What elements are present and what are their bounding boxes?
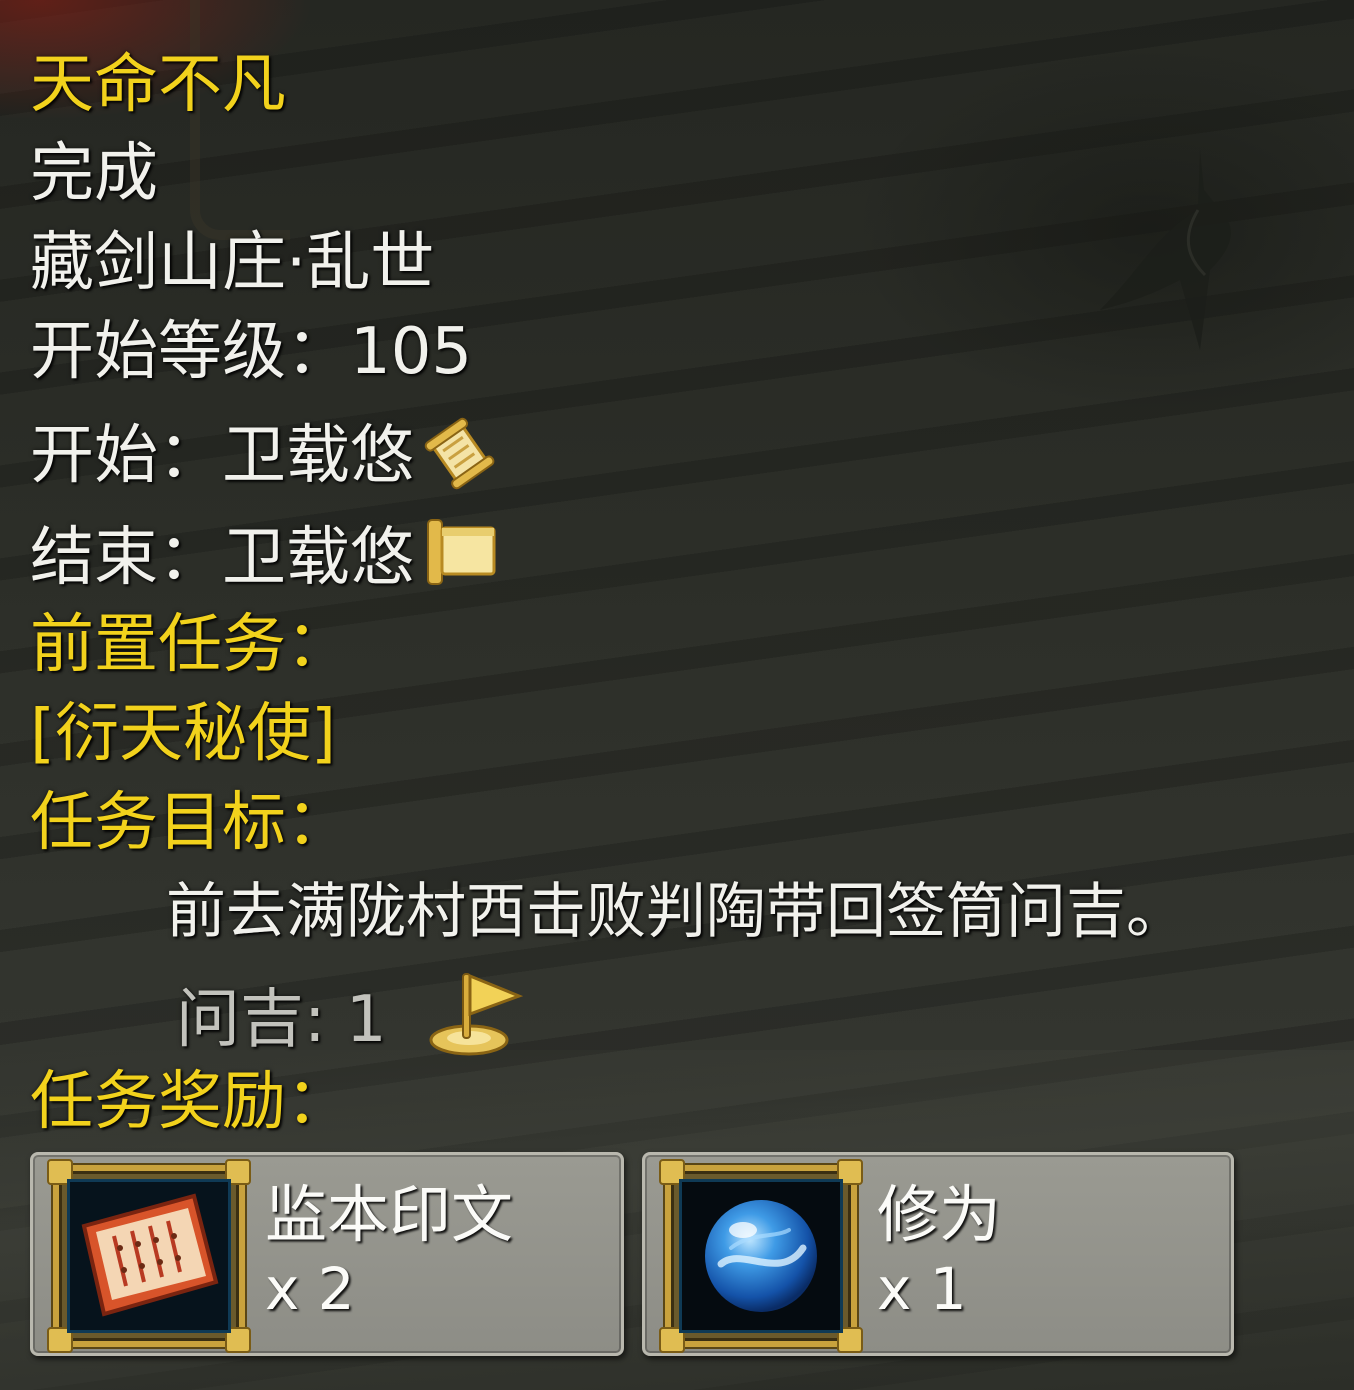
prereq-header: 前置任务：	[30, 608, 350, 682]
quest-title: 天命不凡	[30, 48, 286, 122]
reward-icon-frame	[659, 1159, 863, 1353]
flag-marker-icon[interactable]	[427, 968, 527, 1079]
rewards-header: 任务奖励：	[30, 1065, 350, 1139]
reward-item-card[interactable]: 监本印文 x 2	[30, 1152, 624, 1356]
quest-location: 藏剑山庄·乱世	[30, 226, 435, 300]
reward-icon-frame	[47, 1159, 251, 1353]
reward-item-name: 修为	[877, 1178, 1002, 1251]
objective-header: 任务目标：	[30, 786, 350, 860]
scroll-quest-end-icon[interactable]	[422, 512, 502, 611]
quest-start-npc: 开始：卫载悠	[30, 419, 414, 494]
reward-item-name: 监本印文	[265, 1178, 514, 1251]
quest-start-npc-row: 开始：卫载悠	[30, 410, 502, 509]
objective-progress: 问吉: 1	[176, 983, 387, 1058]
quest-end-npc-row: 结束：卫载悠	[30, 512, 502, 611]
prereq-quest-link[interactable]: [衍天秘使]	[30, 694, 336, 774]
reward-item-quantity: x 1	[877, 1255, 967, 1323]
quest-status: 完成	[30, 137, 158, 211]
quest-end-npc: 结束：卫载悠	[30, 521, 414, 596]
blue-orb-icon	[679, 1179, 843, 1333]
scroll-quest-start-icon[interactable]	[422, 410, 502, 509]
reward-item-card[interactable]: 修为 x 1	[642, 1152, 1234, 1356]
background-bird-silhouette	[1100, 150, 1231, 350]
book-reward-icon	[67, 1179, 231, 1333]
reward-item-quantity: x 2	[265, 1255, 355, 1323]
quest-start-level: 开始等级：105	[30, 315, 473, 389]
objective-text: 前去满陇村西击败判陶带回签筒问吉。	[166, 877, 1186, 947]
